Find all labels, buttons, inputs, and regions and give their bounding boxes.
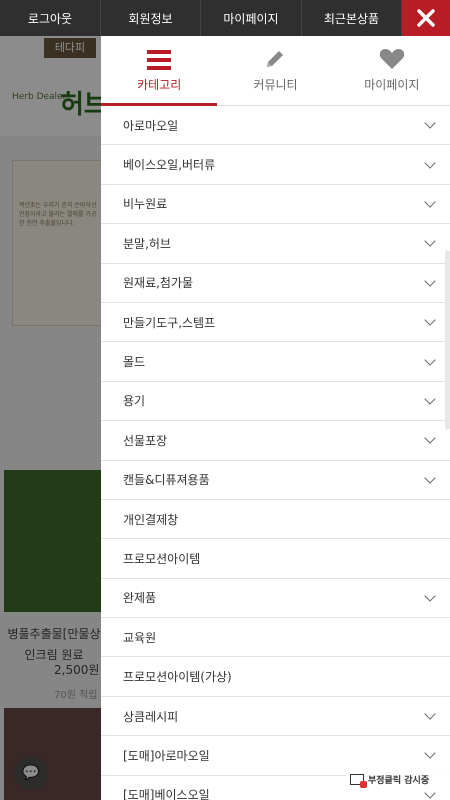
category-item[interactable]: 캔들&디퓨져용품 <box>101 461 450 500</box>
chevron-down-icon[interactable] <box>424 156 436 169</box>
logout-link[interactable]: 로그아웃 <box>0 0 101 36</box>
category-label: 용기 <box>123 394 146 409</box>
category-item[interactable]: 프로모션아이템 <box>101 539 450 579</box>
chevron-down-icon[interactable] <box>424 275 436 287</box>
category-item[interactable]: 용기 <box>101 382 450 422</box>
category-label: 캔들&디퓨져용품 <box>123 473 210 488</box>
category-label: 비누원료 <box>123 197 168 212</box>
category-item[interactable]: 아로마오일 <box>101 106 450 146</box>
chevron-down-icon[interactable] <box>424 393 436 405</box>
tab-label: 마이페이지 <box>364 78 420 92</box>
category-item[interactable]: 분말,허브 <box>101 224 450 264</box>
close-button[interactable] <box>402 0 450 36</box>
category-item[interactable]: 비누원료 <box>101 185 450 225</box>
category-item[interactable]: 만들기도구,스템프 <box>101 303 450 343</box>
category-label: 프로모션아이템 <box>123 551 201 566</box>
category-item[interactable]: 교육원 <box>101 618 450 658</box>
chevron-down-icon[interactable] <box>424 235 436 248</box>
tab-label: 카테고리 <box>137 78 182 92</box>
category-item[interactable]: 완제품 <box>101 579 450 619</box>
category-label: 원재료,첨가물 <box>123 276 194 291</box>
monitor-shield-icon <box>350 773 367 788</box>
chevron-down-icon[interactable] <box>424 787 436 799</box>
heart-icon <box>379 49 405 69</box>
category-item[interactable]: 상큼레시피 <box>101 697 450 737</box>
category-label: [도매]베이스오일 <box>123 788 210 800</box>
category-label: 분말,허브 <box>123 236 171 251</box>
chevron-down-icon[interactable] <box>424 590 436 602</box>
category-label: 만들기도구,스템프 <box>123 315 216 330</box>
chevron-down-icon[interactable] <box>424 472 436 484</box>
side-drawer: 카테고리 커뮤니티 마이페이지 아로마오일 베이스오일,버터류 비누원료 분말,… <box>101 36 450 800</box>
scrollbar[interactable] <box>445 250 450 430</box>
category-item[interactable]: 베이스오일,버터류 <box>101 145 450 185</box>
category-label: 프로모션아이템(가상) <box>123 670 232 685</box>
chevron-down-icon[interactable] <box>424 196 436 208</box>
category-item[interactable]: 선물포장 <box>101 421 450 461</box>
chevron-down-icon[interactable] <box>424 314 436 326</box>
category-label: 몰드 <box>123 355 146 370</box>
category-label: 교육원 <box>123 630 157 645</box>
chevron-down-icon[interactable] <box>424 432 436 444</box>
category-label: 베이스오일,버터류 <box>123 158 216 173</box>
category-item[interactable]: 원재료,첨가물 <box>101 264 450 303</box>
category-label: [도매]아로마오일 <box>123 748 210 763</box>
badge-label: 부정클릭 감시중 <box>368 775 430 786</box>
category-label: 개인결제창 <box>123 512 179 527</box>
fraud-click-badge: 부정클릭 감시중 <box>346 770 450 788</box>
drawer-tabs: 카테고리 커뮤니티 마이페이지 <box>101 36 450 106</box>
hamburger-icon <box>147 50 172 70</box>
category-item[interactable]: 개인결제창 <box>101 500 450 540</box>
chevron-down-icon[interactable] <box>424 117 436 129</box>
tab-community[interactable]: 커뮤니티 <box>217 36 333 105</box>
category-list: 아로마오일 베이스오일,버터류 비누원료 분말,허브 원재료,첨가물 만들기도구… <box>101 106 450 800</box>
chevron-down-icon[interactable] <box>424 353 436 366</box>
recent-products-link[interactable]: 최근본상품 <box>302 0 402 36</box>
member-info-link[interactable]: 회원정보 <box>101 0 201 36</box>
tab-category[interactable]: 카테고리 <box>101 36 218 106</box>
category-label: 완제품 <box>123 591 157 606</box>
category-item[interactable]: 프로모션아이템(가상) <box>101 657 450 697</box>
close-x-icon <box>417 9 435 27</box>
chevron-down-icon[interactable] <box>424 747 436 760</box>
top-bar: 로그아웃 회원정보 마이페이지 최근본상품 <box>0 0 450 36</box>
tab-mypage[interactable]: 마이페이지 <box>334 36 450 105</box>
mypage-link[interactable]: 마이페이지 <box>201 0 302 36</box>
tab-label: 커뮤니티 <box>253 78 298 92</box>
category-label: 아로마오일 <box>123 118 179 133</box>
category-label: 선물포장 <box>123 433 168 448</box>
pencil-icon <box>267 51 284 67</box>
category-label: 상큼레시피 <box>123 709 179 724</box>
category-item[interactable]: 몰드 <box>101 342 450 382</box>
chevron-down-icon[interactable] <box>424 708 436 720</box>
